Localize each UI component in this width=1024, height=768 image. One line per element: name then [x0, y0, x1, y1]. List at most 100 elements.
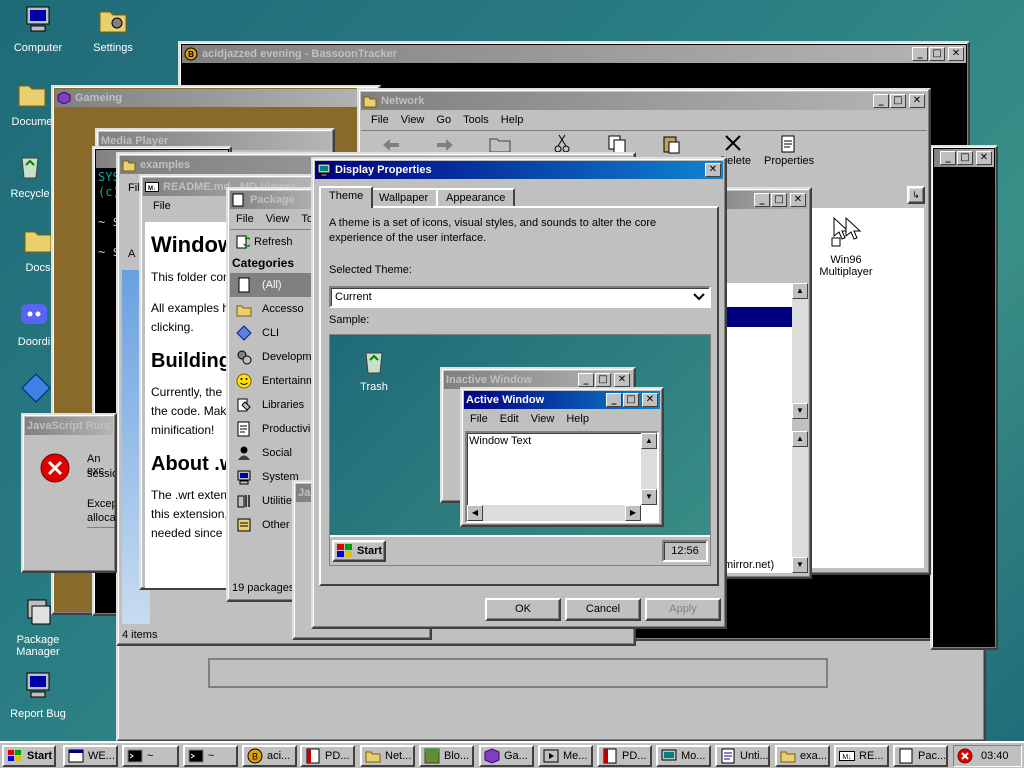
- apply-button[interactable]: Apply: [645, 598, 721, 621]
- bassoon-titlebar[interactable]: B acidjazzed evening - BassoonTracker _ □…: [182, 45, 966, 63]
- tab-wallpaper[interactable]: Wallpaper: [369, 188, 439, 208]
- ok-button[interactable]: OK: [485, 598, 561, 621]
- sample-hscroll: ◀ ▶: [467, 505, 641, 521]
- refresh-button[interactable]: Refresh: [230, 229, 324, 253]
- maximize-button[interactable]: □: [929, 47, 945, 61]
- taskbar-item-readme[interactable]: M↓ RE...: [834, 745, 889, 767]
- tab-theme[interactable]: Theme: [319, 186, 374, 208]
- taskbar-item-media[interactable]: Me...: [538, 745, 593, 767]
- menu-view[interactable]: View: [395, 114, 431, 126]
- category-all[interactable]: (All): [230, 273, 324, 297]
- minimize-button[interactable]: _: [754, 193, 770, 207]
- taskbar-item-gameing[interactable]: Ga...: [479, 745, 534, 767]
- close-button[interactable]: ✕: [948, 47, 964, 61]
- back-arrow-icon[interactable]: [381, 137, 401, 153]
- properties-icon[interactable]: [779, 134, 797, 154]
- close-button[interactable]: ✕: [705, 163, 721, 177]
- bassoon-icon: B: [184, 47, 198, 61]
- sample-menu-edit: Edit: [499, 413, 519, 425]
- titlebar[interactable]: _ □ ✕: [934, 149, 994, 167]
- copy-icon[interactable]: [607, 134, 627, 154]
- category-label: Developm: [262, 351, 312, 363]
- menu-go[interactable]: Go: [430, 114, 457, 126]
- tab-panel: A theme is a set of icons, visual styles…: [319, 206, 719, 586]
- sample-clock-text: 12:56: [671, 545, 699, 557]
- theme-select-value: Current: [335, 291, 372, 303]
- close-button[interactable]: ✕: [976, 151, 992, 165]
- taskbar-item-pdf-1[interactable]: PD...: [300, 745, 355, 767]
- start-button[interactable]: Start: [2, 745, 56, 767]
- selected-theme-label: Selected Theme:: [329, 264, 412, 276]
- close-button[interactable]: ✕: [909, 94, 925, 108]
- window-js-runtime-error[interactable]: JavaScript Runt An exc sessio Excep allo…: [21, 413, 117, 573]
- window-display-properties[interactable]: Display Properties ✕ Theme Wallpaper App…: [311, 157, 727, 629]
- taskbar-item-pdf-2[interactable]: PD...: [597, 745, 652, 767]
- package-titlebar[interactable]: Package: [230, 191, 324, 209]
- up-folder-icon[interactable]: [489, 135, 511, 153]
- tab-appearance[interactable]: Appearance: [436, 188, 516, 208]
- menu-view[interactable]: View: [260, 213, 296, 225]
- category-entertainment[interactable]: Entertainm: [230, 369, 324, 393]
- category-productivity[interactable]: Productivi: [230, 417, 324, 441]
- window-right-black[interactable]: _ □ ✕: [930, 145, 998, 650]
- desktop-icon-computer[interactable]: Computer: [0, 4, 76, 54]
- menu-tools[interactable]: Tools: [457, 114, 495, 126]
- error-icon[interactable]: [957, 748, 973, 764]
- maximize-button[interactable]: □: [890, 94, 906, 108]
- category-libraries[interactable]: Libraries: [230, 393, 324, 417]
- taskbar-item-block[interactable]: Blo...: [419, 745, 474, 767]
- cut-icon[interactable]: [553, 134, 571, 154]
- taskbar-item-network[interactable]: Net...: [360, 745, 415, 767]
- category-cli[interactable]: CLI: [230, 321, 324, 345]
- menu-help[interactable]: Help: [495, 114, 530, 126]
- network-titlebar[interactable]: Network _ □ ✕: [361, 92, 927, 110]
- menu-file[interactable]: File: [230, 213, 260, 225]
- terminal-icon: [188, 749, 204, 763]
- taskbar-item-mo[interactable]: Mo...: [656, 745, 711, 767]
- cancel-button[interactable]: Cancel: [565, 598, 641, 621]
- taskbar-item-bassoon[interactable]: B aci...: [242, 745, 297, 767]
- minimize-button[interactable]: _: [912, 47, 928, 61]
- category-accessories[interactable]: Accesso: [230, 297, 324, 321]
- taskbar-item-package[interactable]: Pac...: [893, 745, 948, 767]
- vertical-scrollbar[interactable]: ▲ ▼: [792, 431, 808, 573]
- folder-icon: [780, 751, 796, 763]
- maximize-button[interactable]: □: [957, 151, 973, 165]
- taskbar-item-untitled[interactable]: Unti...: [715, 745, 770, 767]
- paste-icon[interactable]: [661, 134, 681, 154]
- desktop-icon-settings[interactable]: Settings: [75, 4, 151, 54]
- categories-label: Categories: [232, 256, 295, 270]
- taskbar-label: aci...: [267, 750, 291, 762]
- category-development[interactable]: Developm: [230, 345, 324, 369]
- window-title: Display Properties: [335, 164, 432, 176]
- examples-menu[interactable]: Fil: [128, 182, 140, 194]
- smiley-icon: [236, 373, 252, 389]
- error-detail: Excep: [87, 498, 117, 510]
- win96-multiplayer-label[interactable]: Win96 Multiplayer: [806, 254, 886, 278]
- taskbar-item-terminal-1[interactable]: ~: [122, 745, 179, 767]
- taskbar-item-web[interactable]: WE...: [63, 745, 118, 767]
- category-social[interactable]: Social: [230, 441, 324, 465]
- theme-select[interactable]: Current: [329, 286, 711, 308]
- taskbar-item-terminal-2[interactable]: ~: [183, 745, 238, 767]
- vertical-scrollbar[interactable]: ▲ ▼: [792, 283, 808, 419]
- address-dropdown-arrow[interactable]: ↳: [907, 186, 925, 204]
- media-player-icon: [543, 749, 559, 763]
- taskbar-label: Blo...: [444, 750, 470, 762]
- taskbar-item-examples[interactable]: exa...: [775, 745, 830, 767]
- desktop-icon-report-bug[interactable]: Report Bug: [0, 670, 76, 720]
- minimize-button[interactable]: _: [873, 94, 889, 108]
- maximize-button[interactable]: □: [771, 193, 787, 207]
- js-error-titlebar[interactable]: JavaScript Runt: [25, 417, 113, 435]
- win96-multiplayer-icon[interactable]: [830, 216, 864, 248]
- menu-file[interactable]: File: [147, 200, 177, 212]
- window-title: acidjazzed evening - BassoonTracker: [202, 48, 398, 60]
- display-properties-titlebar[interactable]: Display Properties ✕: [315, 161, 723, 179]
- menu-file[interactable]: File: [365, 114, 395, 126]
- forward-arrow-icon[interactable]: [435, 137, 455, 153]
- close-button[interactable]: ✕: [790, 193, 806, 207]
- delete-icon[interactable]: [723, 134, 743, 152]
- gameing-titlebar[interactable]: Gameing: [55, 89, 377, 107]
- properties-button-label[interactable]: Properties: [764, 155, 814, 167]
- minimize-button[interactable]: _: [940, 151, 956, 165]
